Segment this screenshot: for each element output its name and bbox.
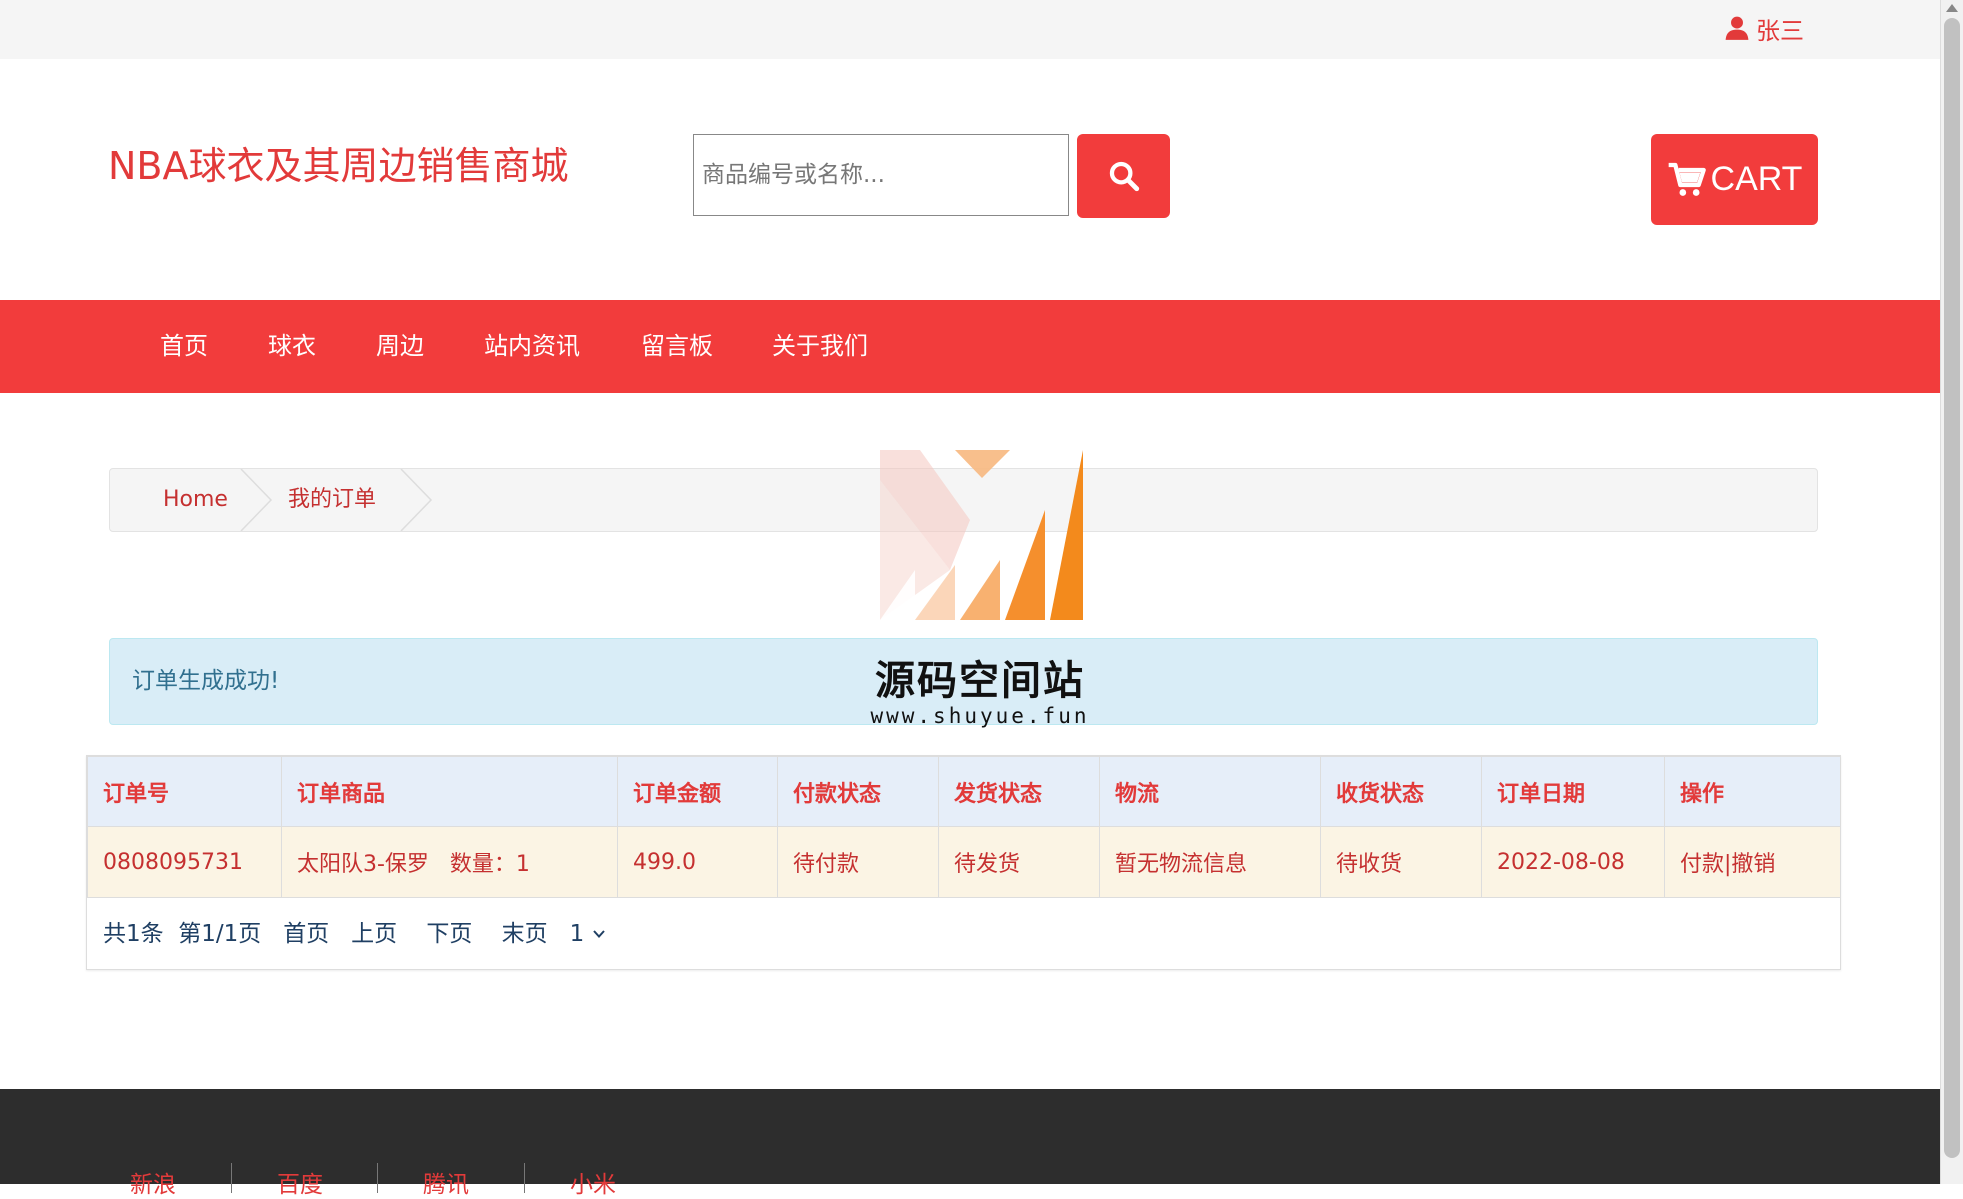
payment-status: 待付款 [777,826,939,898]
order-product-cell: 太阳队3-保罗 数量：1 [281,826,618,898]
pager-last[interactable]: 末页 [502,914,548,954]
column-header: 操作 [1664,756,1841,827]
footer-divider [377,1163,378,1193]
column-header: 物流 [1099,756,1321,827]
user-icon [1725,16,1749,40]
footer-link-baidu[interactable]: 百度 [277,1165,323,1199]
footer-link-sina[interactable]: 新浪 [130,1165,176,1199]
alert-message: 订单生成成功! [132,668,280,694]
order-amount: 499.0 [617,826,778,898]
watermark-text: 源码空间站 [875,658,1085,704]
pager-next[interactable]: 下页 [426,914,472,954]
pager-page-info: 第1/1页 [178,921,262,947]
column-header: 订单号 [87,756,282,827]
page-scrollbar[interactable] [1940,0,1963,1184]
nav-item-merchandise[interactable]: 周边 [376,300,424,393]
user-name: 张三 [1756,16,1804,45]
cart-label: CART [1710,160,1803,198]
table-row: 0808095731 太阳队3-保罗 数量：1 499.0 待付款 待发货 暂无… [87,826,1841,898]
search-input[interactable] [693,134,1069,216]
watermark-url: www.shuyue.fun [870,704,1090,728]
column-header: 发货状态 [938,756,1100,827]
column-header: 订单金额 [617,756,778,827]
pager-total: 共1条 [103,921,164,947]
main-nav: 首页 球衣 周边 站内资讯 留言板 关于我们 [0,300,1940,393]
order-number: 0808095731 [87,826,282,898]
site-header: NBA球衣及其周边销售商城 CART [0,59,1940,300]
breadcrumb-home[interactable]: Home [163,469,228,531]
column-header: 收货状态 [1320,756,1482,827]
pager-prev[interactable]: 上页 [351,914,397,954]
footer-link-tencent[interactable]: 腾讯 [423,1165,469,1199]
order-date: 2022-08-08 [1481,826,1665,898]
column-header: 订单日期 [1481,756,1665,827]
nav-item-message-board[interactable]: 留言板 [641,300,713,393]
order-actions: 付款|撤销 [1664,826,1841,898]
scroll-thumb[interactable] [1944,18,1960,1158]
column-header: 订单商品 [281,756,618,827]
shipping-status: 待发货 [938,826,1100,898]
order-quantity: 数量：1 [449,852,530,877]
pager-page-select-value: 1 [569,921,585,947]
footer-link-xiaomi[interactable]: 小米 [570,1165,616,1199]
site-footer: 新浪 百度 腾讯 小米 [0,1089,1940,1198]
footer-divider [524,1163,525,1193]
nav-item-jerseys[interactable]: 球衣 [268,300,316,393]
top-bar: 张三 [0,0,1940,59]
pager-page-select[interactable]: 1 [570,914,606,954]
nav-item-home[interactable]: 首页 [160,300,208,393]
pay-link[interactable]: 付款| [1680,852,1731,877]
receive-status: 待收货 [1320,826,1482,898]
cart-icon [1668,162,1706,196]
site-title[interactable]: NBA球衣及其周边销售商城 [108,135,569,190]
breadcrumb-current: 我的订单 [288,487,377,512]
search-button[interactable] [1077,134,1170,218]
pagination: 共1条 第1/1页 首页 上页 下页 末页 1 [103,914,606,954]
table-header-row: 订单号 订单商品 订单金额 付款状态 发货状态 物流 收货状态 订单日期 操作 [87,756,1841,827]
nav-item-news[interactable]: 站内资讯 [484,300,580,393]
search-icon [1109,161,1139,192]
pager-first[interactable]: 首页 [283,914,329,954]
order-product-link[interactable]: 太阳队3-保罗 [297,852,429,877]
cancel-link[interactable]: 撤销 [1731,852,1775,877]
orders-table-panel: 订单号 订单商品 订单金额 付款状态 发货状态 物流 收货状态 订单日期 操作 … [86,755,1841,970]
footer-divider [231,1163,232,1193]
chevron-down-icon [592,930,605,938]
column-header: 付款状态 [777,756,939,827]
logistics-info: 暂无物流信息 [1099,826,1321,898]
user-menu[interactable]: 张三 [1724,12,1804,45]
scroll-up-arrow-icon[interactable] [1946,4,1958,12]
breadcrumb-separator-icon [240,469,273,531]
orders-table: 订单号 订单商品 订单金额 付款状态 发货状态 物流 收货状态 订单日期 操作 … [87,756,1841,898]
cart-button[interactable]: CART [1651,134,1818,225]
breadcrumb-separator-icon [400,469,433,531]
nav-item-about[interactable]: 关于我们 [772,300,868,393]
